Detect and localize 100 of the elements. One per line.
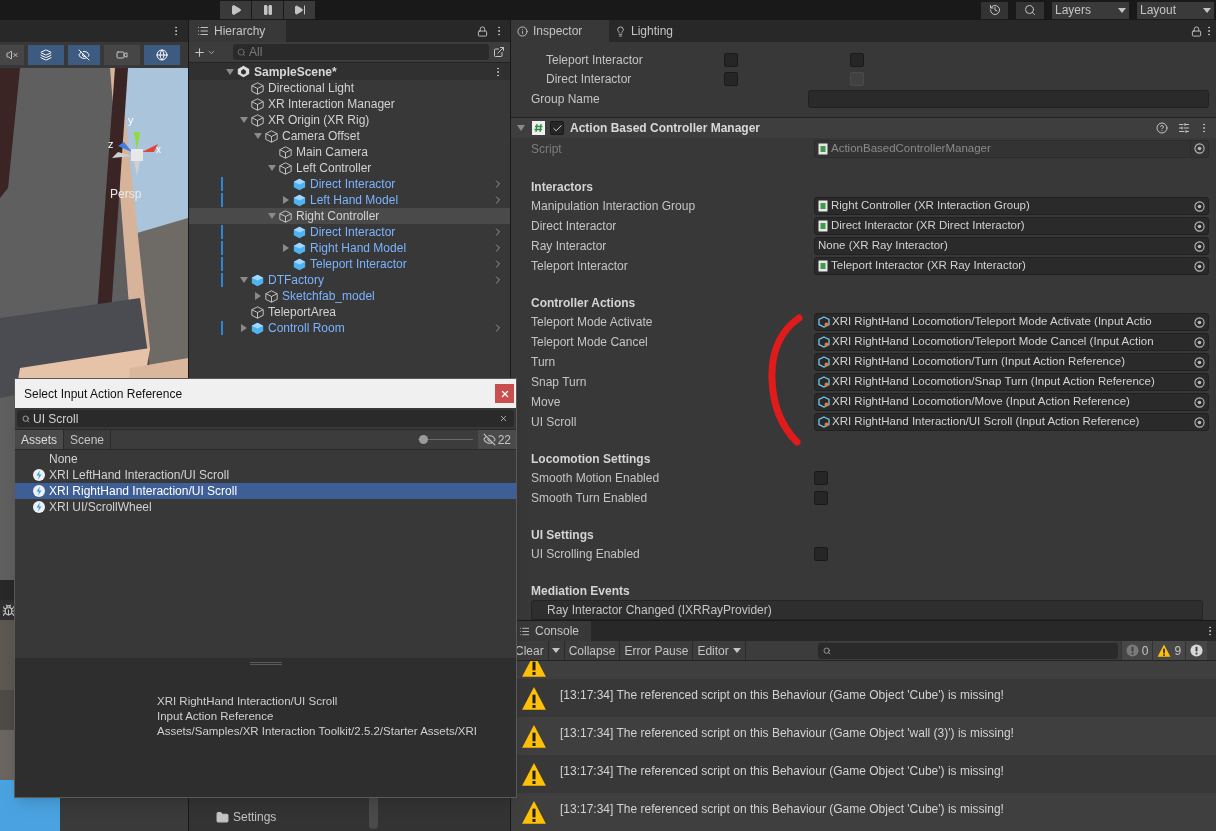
foldout-arrow-icon[interactable] [517, 125, 525, 132]
hierarchy-item[interactable]: Main Camera [189, 144, 510, 160]
bug-icon[interactable] [2, 603, 15, 617]
console-button[interactable]: Error Pause [620, 641, 694, 660]
search-field[interactable] [817, 642, 1118, 659]
hierarchy-item[interactable]: DTFactory [189, 272, 510, 288]
editor-dropdown[interactable]: Editor [693, 641, 746, 660]
hierarchy-item[interactable]: XR Interaction Manager [189, 96, 510, 112]
object-field[interactable]: XRI RightHand Locomotion/Move (Input Action Reference) [814, 393, 1209, 411]
history-button[interactable] [981, 1, 1008, 19]
object-field[interactable]: Right Controller (XR Interaction Group) [814, 197, 1209, 215]
checkbox[interactable] [814, 547, 828, 561]
event-field[interactable]: Ray Interactor Changed (IXRRayProvider) [531, 600, 1203, 620]
object-field[interactable]: Direct Interactor (XR Direct Interactor) [814, 217, 1209, 235]
search-field[interactable]: UI Scroll [17, 410, 514, 427]
dialog-list-item[interactable]: XRI UI/ScrollWheel [15, 499, 516, 515]
hierarchy-item[interactable]: Right Hand Model [189, 240, 510, 256]
checkbox[interactable] [550, 121, 564, 136]
collapse-arrow-icon[interactable] [255, 292, 261, 300]
layout-dropdown[interactable]: Layout [1137, 1, 1214, 19]
object-picker-button[interactable] [1190, 140, 1208, 157]
lock-icon[interactable] [477, 25, 488, 37]
scene-icon [237, 65, 250, 78]
input-action-icon [818, 316, 830, 328]
dialog-list-item[interactable]: XRI RightHand Interaction/UI Scroll [15, 483, 516, 499]
item-label: Left Controller [296, 160, 372, 177]
component-header[interactable]: Action Based Controller Manager [511, 117, 1216, 139]
checkbox[interactable] [850, 53, 864, 68]
search-icon [237, 47, 246, 57]
field-label: Manipulation Interaction Group [531, 198, 697, 215]
console-button[interactable]: Collapse [564, 641, 621, 660]
object-field[interactable]: XRI RightHand Locomotion/Turn (Input Action Reference) [814, 353, 1209, 371]
zoom-slider[interactable] [417, 434, 473, 445]
object-field[interactable]: XRI RightHand Locomotion/Snap Turn (Input Action Reference) [814, 373, 1209, 391]
layers-dropdown[interactable]: Layers [1052, 1, 1129, 19]
sliders-icon[interactable] [1178, 122, 1190, 135]
scene-toggle[interactable] [104, 45, 140, 65]
hierarchy-item[interactable]: Left Hand Model [189, 192, 510, 208]
hierarchy-item[interactable]: XR Origin (XR Rig) [189, 112, 510, 128]
clear-icon[interactable] [499, 414, 508, 423]
play-button[interactable] [220, 1, 251, 19]
dialog-list-item[interactable]: None [15, 451, 516, 467]
help-icon[interactable] [1156, 122, 1168, 135]
scene-search-icon[interactable] [493, 46, 505, 58]
hierarchy-item[interactable]: Camera Offset [189, 128, 510, 144]
hierarchy-item[interactable]: Direct Interactor [189, 176, 510, 192]
scene-toggle[interactable] [144, 45, 180, 65]
scene-toggle[interactable] [68, 45, 100, 65]
close-button[interactable] [495, 384, 514, 403]
dialog-tab[interactable]: Assets [15, 430, 64, 449]
hierarchy-tab[interactable]: Hierarchy [189, 20, 286, 42]
log-counter[interactable]: 0 [1120, 641, 1153, 660]
collapse-arrow-icon[interactable] [241, 324, 247, 332]
object-field[interactable]: None (XR Ray Interactor) [814, 237, 1209, 255]
collapse-arrow-icon[interactable] [283, 244, 289, 252]
inspector-tab[interactable]: Lighting [609, 20, 680, 42]
hidden-count-button[interactable]: 22 [477, 430, 516, 449]
folder-item[interactable]: Settings [189, 809, 369, 825]
expand-arrow-icon[interactable] [226, 68, 234, 75]
expand-arrow-icon[interactable] [268, 165, 276, 171]
section-heading: Locomotion Settings [531, 451, 652, 468]
collapse-arrow-icon[interactable] [283, 196, 289, 204]
checkbox[interactable] [814, 491, 828, 505]
pause-button[interactable] [252, 1, 283, 19]
hierarchy-item[interactable]: Direct Interactor [189, 224, 510, 240]
object-field[interactable]: XRI RightHand Interaction/UI Scroll (Input Action Reference) [814, 413, 1209, 431]
expand-arrow-icon[interactable] [240, 117, 248, 123]
dialog-tab[interactable]: Scene [64, 430, 112, 449]
hierarchy-item[interactable]: Left Controller [189, 160, 510, 176]
object-field[interactable]: XRI RightHand Locomotion/Teleport Mode Cancel (Input Action [814, 333, 1209, 351]
hierarchy-item[interactable]: Right Controller [189, 208, 510, 224]
hierarchy-item[interactable]: Controll Room [189, 320, 510, 336]
hierarchy-item[interactable]: TeleportArea [189, 304, 510, 320]
checkbox[interactable] [724, 53, 738, 68]
step-button[interactable] [284, 1, 315, 19]
item-label: Teleport Interactor [310, 256, 407, 273]
expand-arrow-icon[interactable] [254, 133, 262, 139]
scene-toggle[interactable] [28, 45, 64, 65]
scene-item[interactable]: SampleScene* [189, 63, 510, 80]
log-counter[interactable]: 9 [1152, 641, 1186, 660]
scene-toggle[interactable] [0, 45, 24, 65]
inspector-tab[interactable]: Inspector [511, 20, 609, 42]
checkbox[interactable] [724, 72, 738, 87]
expand-arrow-icon[interactable] [268, 213, 276, 219]
checkbox[interactable] [814, 471, 828, 485]
console-message[interactable]: [13:17:34] The referenced script on this Behaviour (Game Object 'Cube') is missing! [511, 793, 1216, 831]
log-counter[interactable] [1185, 641, 1208, 660]
hierarchy-item[interactable]: Teleport Interactor [189, 256, 510, 272]
lock-icon[interactable] [1191, 25, 1202, 37]
projection-label[interactable]: Persp [110, 185, 142, 203]
expand-arrow-icon[interactable] [240, 277, 248, 283]
item-label: Directional Light [268, 80, 355, 97]
object-field[interactable]: Teleport Interactor (XR Ray Interactor) [814, 257, 1209, 275]
dialog-list-item[interactable]: XRI LeftHand Interaction/UI Scroll [15, 467, 516, 483]
search-button[interactable] [1016, 1, 1044, 19]
hierarchy-item[interactable]: Directional Light [189, 80, 510, 96]
hierarchy-item[interactable]: Sketchfab_model [189, 288, 510, 304]
object-field[interactable]: XRI RightHand Locomotion/Teleport Mode Activate (Input Actio [814, 313, 1209, 331]
script-hash-icon [532, 121, 545, 136]
field-label: Smooth Turn Enabled [531, 490, 649, 507]
